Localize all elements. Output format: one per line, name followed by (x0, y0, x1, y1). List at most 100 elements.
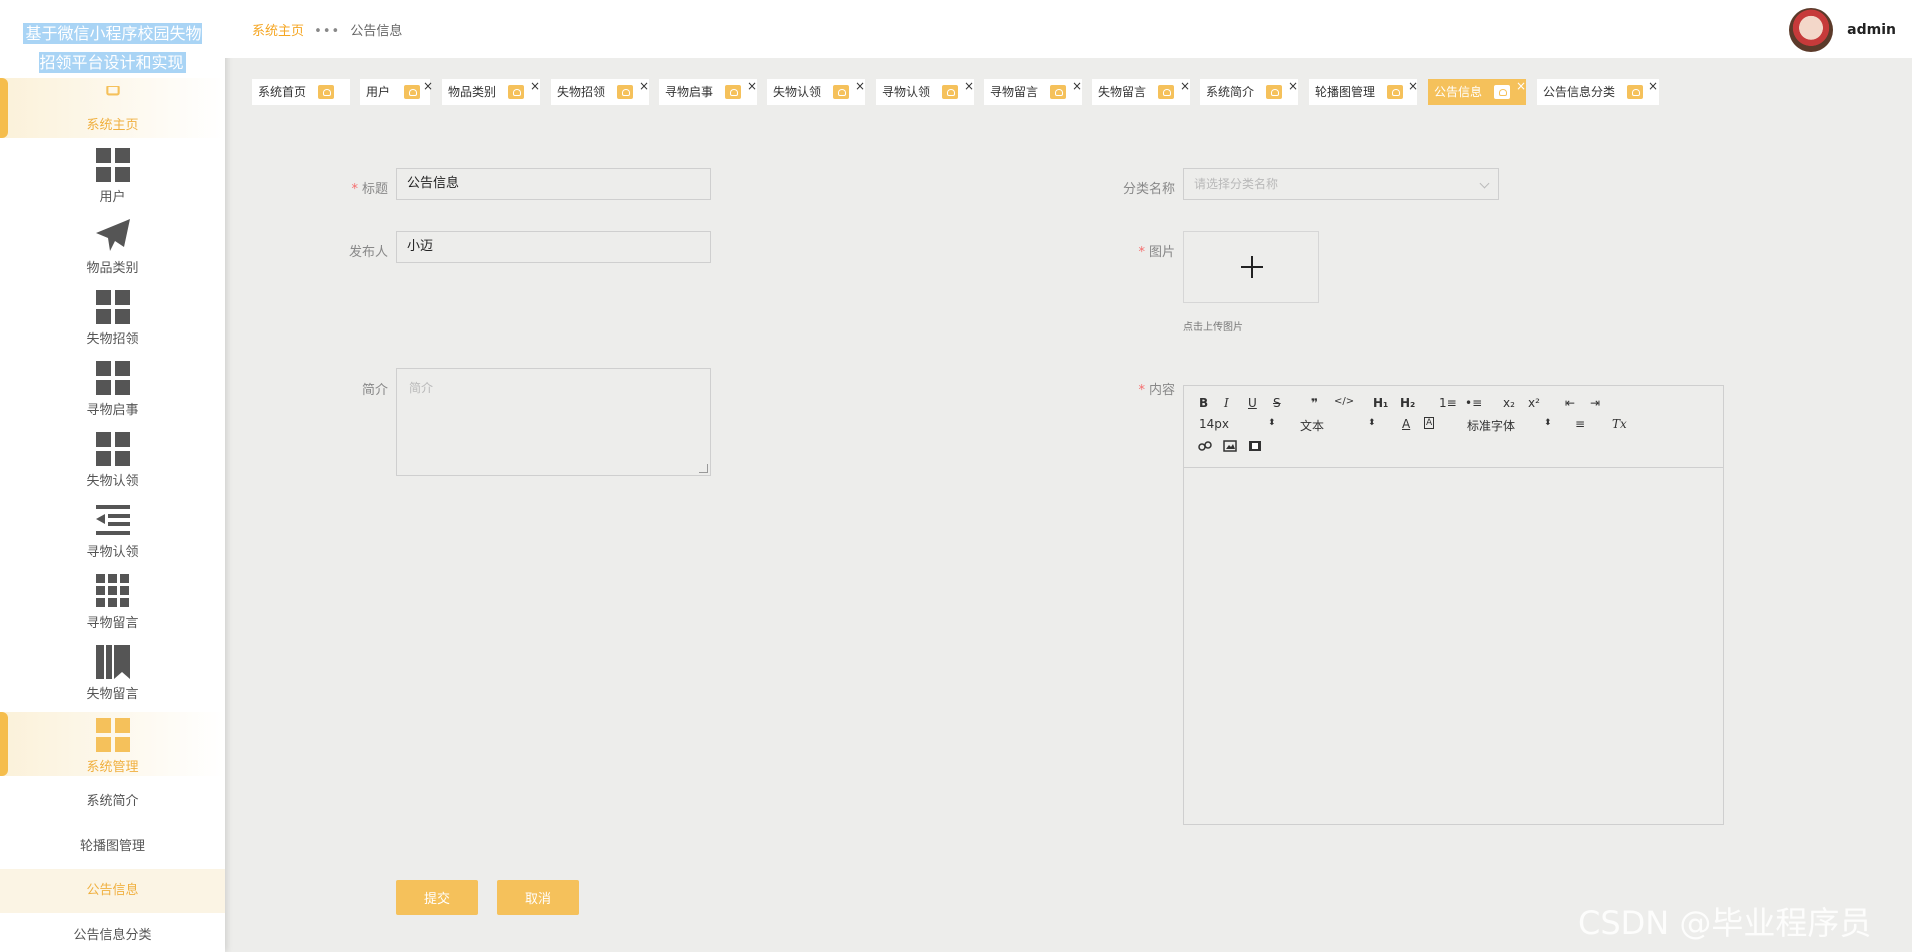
tab-carousel[interactable]: 轮播图管理 × (1309, 79, 1418, 105)
submenu-item-announcement-categories[interactable]: 公告信息分类 (0, 914, 225, 952)
underline-button[interactable]: U (1248, 396, 1257, 410)
image-label: * 图片 (1138, 245, 1175, 260)
bold-button[interactable]: B (1199, 396, 1208, 410)
heart-icon (1158, 85, 1174, 99)
close-icon[interactable]: × (639, 73, 649, 99)
font-color-button[interactable]: A (1402, 417, 1410, 431)
close-icon[interactable]: × (1408, 73, 1418, 99)
category-placeholder: 请选择分类名称 (1194, 177, 1279, 191)
paper-plane-icon (95, 219, 130, 251)
breadcrumb-home-link[interactable]: 系统主页 (252, 24, 304, 39)
watermark: CSDN @毕业程序员 (1578, 904, 1872, 942)
heart-icon (1050, 85, 1066, 99)
tab-lost-found[interactable]: 失物招领 × (551, 79, 649, 105)
close-icon[interactable]: × (1180, 73, 1190, 99)
user-name[interactable]: admin (1847, 22, 1896, 38)
close-icon[interactable]: × (1288, 73, 1298, 99)
font-size-select[interactable]: 14px (1199, 417, 1229, 431)
strike-button[interactable]: S (1273, 396, 1281, 410)
grid-icon (95, 148, 130, 182)
required-marker: * (351, 182, 358, 197)
clear-format-button[interactable]: Tx (1612, 417, 1627, 431)
tab-label: 公告信息分类 (1543, 85, 1616, 99)
plus-icon-vertical (1251, 256, 1253, 278)
close-icon[interactable]: × (423, 73, 433, 99)
image-upload-area[interactable] (1183, 231, 1319, 303)
editor-content-area[interactable] (1184, 467, 1723, 824)
sidebar-item-search-notice[interactable]: 寻物启事 (0, 361, 225, 418)
quote-button[interactable]: ❞ (1311, 396, 1318, 410)
cancel-button[interactable]: 取消 (497, 880, 579, 915)
nine-grid-icon (95, 574, 129, 607)
avatar[interactable] (1789, 8, 1834, 52)
tab-system-intro[interactable]: 系统简介 × (1200, 79, 1298, 105)
sidebar-item-found-claim[interactable]: 寻物认领 (0, 503, 225, 560)
close-icon[interactable]: × (530, 73, 540, 99)
ordered-list-button[interactable]: 1≡ (1439, 396, 1457, 410)
image-icon[interactable] (1223, 440, 1237, 452)
h1-button[interactable]: H₁ (1373, 396, 1388, 410)
sidebar-item-system-management[interactable]: 系统管理 (0, 712, 225, 776)
sidebar-item-categories[interactable]: 物品类别 (0, 219, 225, 276)
sidebar-item-label: 物品类别 (86, 261, 139, 276)
close-icon[interactable]: × (747, 73, 757, 99)
heart-icon (942, 85, 958, 99)
tab-lost-claim[interactable]: 失物认领 × (767, 79, 865, 105)
tab-label: 失物留言 (1098, 85, 1147, 99)
heart-icon (508, 85, 524, 99)
sidebar-item-users[interactable]: 用户 (0, 148, 225, 205)
link-icon[interactable] (1198, 440, 1212, 452)
font-family-select[interactable]: 标准字体 (1467, 417, 1515, 434)
superscript-button[interactable]: x² (1528, 396, 1540, 410)
list-indent-icon (95, 505, 130, 535)
tab-search-notice[interactable]: 寻物启事 × (659, 79, 757, 105)
tab-announcements[interactable]: 公告信息 × (1428, 79, 1526, 105)
close-icon[interactable]: × (1648, 73, 1658, 99)
home-icon (105, 86, 120, 96)
video-icon[interactable] (1248, 440, 1262, 452)
sidebar-item-label: 寻物认领 (86, 545, 139, 560)
close-icon[interactable]: × (1516, 73, 1526, 99)
submenu-item-system-intro[interactable]: 系统简介 (0, 780, 225, 824)
sidebar-item-label: 系统管理 (86, 760, 139, 775)
sidebar-item-lost-claim[interactable]: 失物认领 (0, 432, 225, 489)
user-menu[interactable]: admin (1789, 8, 1896, 52)
h2-button[interactable]: H₂ (1400, 396, 1415, 410)
tab-search-messages[interactable]: 寻物留言 × (984, 79, 1082, 105)
sidebar-item-home[interactable]: 系统主页 (0, 78, 225, 138)
tab-announcement-categories[interactable]: 公告信息分类 × (1537, 79, 1659, 105)
resize-handle-icon[interactable] (699, 464, 708, 473)
title-input[interactable]: 公告信息 (396, 168, 711, 200)
submenu-item-announcements[interactable]: 公告信息 (0, 869, 225, 913)
editor-toolbar: B I U S ❞ </> H₁ H₂ 1≡ •≡ x₂ x² ⇤ ⇥ 14px… (1184, 386, 1723, 468)
close-icon[interactable]: × (1072, 73, 1082, 99)
align-button[interactable]: ≡ (1575, 417, 1585, 431)
subscript-button[interactable]: x₂ (1503, 396, 1515, 410)
submit-button[interactable]: 提交 (396, 880, 478, 915)
text-style-select[interactable]: 文本 (1300, 417, 1324, 434)
background-color-button[interactable]: A (1424, 417, 1435, 429)
grid-icon (95, 290, 130, 324)
tab-lost-messages[interactable]: 失物留言 × (1092, 79, 1190, 105)
submenu-item-carousel[interactable]: 轮播图管理 (0, 825, 225, 869)
tab-home[interactable]: 系统首页 (252, 79, 350, 105)
tab-categories[interactable]: 物品类别 × (442, 79, 540, 105)
publisher-input[interactable]: 小迈 (396, 231, 711, 263)
tab-label: 公告信息 (1434, 85, 1483, 99)
close-icon[interactable]: × (964, 73, 974, 99)
select-arrows-icon: ⬍ (1268, 418, 1276, 428)
tab-found-claim[interactable]: 寻物认领 × (876, 79, 974, 105)
category-select[interactable]: 请选择分类名称 (1183, 168, 1499, 200)
bullet-list-button[interactable]: •≡ (1465, 396, 1482, 410)
tab-label: 系统首页 (258, 85, 307, 99)
code-button[interactable]: </> (1334, 396, 1354, 407)
sidebar-item-search-messages[interactable]: 寻物留言 (0, 574, 225, 631)
sidebar-item-lost-messages[interactable]: 失物留言 (0, 645, 225, 702)
summary-textarea[interactable]: 简介 (396, 368, 711, 476)
outdent-button[interactable]: ⇤ (1565, 396, 1575, 410)
indent-button[interactable]: ⇥ (1590, 396, 1600, 410)
sidebar-item-lost-found[interactable]: 失物招领 (0, 290, 225, 347)
italic-button[interactable]: I (1224, 396, 1229, 410)
tab-users[interactable]: 用户 × (360, 79, 433, 105)
close-icon[interactable]: × (855, 73, 865, 99)
